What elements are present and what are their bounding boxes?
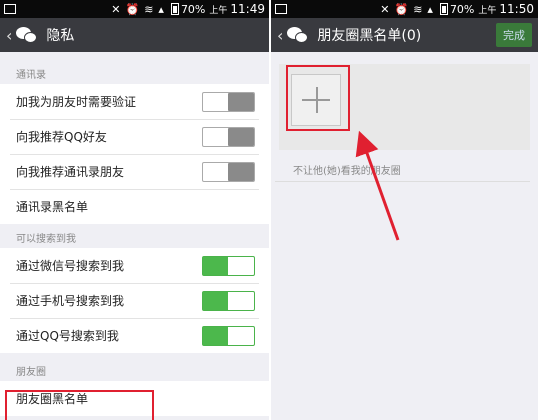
setting-row-search-wechat-id[interactable]: 通过微信号搜索到我 [0, 248, 269, 283]
setting-label: 加我为朋友时需要验证 [16, 95, 137, 109]
verify-toggle[interactable] [202, 91, 255, 112]
page-title: 隐私 [46, 28, 75, 44]
section-header-contacts: 通讯录 [16, 70, 46, 81]
wechat-logo-icon [16, 26, 38, 44]
section-header-moments: 朋友圈 [16, 367, 46, 378]
search-qq-toggle[interactable] [202, 325, 255, 346]
back-icon[interactable]: ‹ [6, 26, 12, 45]
setting-label: 通过QQ号搜索到我 [16, 329, 119, 343]
recommend-contacts-toggle[interactable] [202, 161, 255, 182]
battery-icon [170, 3, 179, 15]
title-bar: ‹ 隐私 [0, 18, 269, 52]
setting-label: 通过手机号搜索到我 [16, 294, 125, 308]
mute-icon: ✕ [111, 2, 121, 16]
moments-blacklist-screen: ✕ ⏰ ≋ ▴ 70% 上午 11:50 ‹ 朋友圈黑名单(0) 完成 不让他(… [271, 0, 538, 420]
clock: 11:49 [230, 2, 265, 16]
setting-row-recommend-qq[interactable]: 向我推荐QQ好友 [0, 119, 269, 154]
setting-row-search-phone[interactable]: 通过手机号搜索到我 [0, 283, 269, 318]
wifi-icon: ≋ [144, 2, 154, 16]
contacts-group: 加我为朋友时需要验证 向我推荐QQ好友 向我推荐通讯录朋友 通讯录黑名单 [0, 84, 269, 224]
alarm-icon: ⏰ [125, 2, 140, 16]
setting-row-verify[interactable]: 加我为朋友时需要验证 [0, 84, 269, 119]
setting-label: 向我推荐通讯录朋友 [16, 165, 125, 179]
signal-icon: ▴ [158, 2, 164, 16]
setting-row-search-qq[interactable]: 通过QQ号搜索到我 [0, 318, 269, 353]
am-pm: 上午 [209, 5, 228, 16]
highlight-box-moments-blacklist [5, 390, 154, 420]
setting-row-contacts-blacklist[interactable]: 通讯录黑名单 [0, 189, 269, 224]
battery-percent: 70% [180, 2, 206, 16]
search-wechat-id-toggle[interactable] [202, 255, 255, 276]
recommend-qq-toggle[interactable] [202, 126, 255, 147]
privacy-screen: ✕ ⏰ ≋ ▴ 70% 上午 11:49 ‹ 隐私 通讯录 加我为朋友时需要验证… [0, 0, 269, 420]
search-phone-toggle[interactable] [202, 290, 255, 311]
setting-row-recommend-contacts[interactable]: 向我推荐通讯录朋友 [0, 154, 269, 189]
section-header-search: 可以搜索到我 [16, 234, 76, 245]
setting-label: 通讯录黑名单 [16, 200, 89, 214]
search-group: 通过微信号搜索到我 通过手机号搜索到我 通过QQ号搜索到我 [0, 248, 269, 353]
image-notification-icon [4, 4, 16, 14]
annotation-arrow [355, 130, 400, 241]
status-bar: ✕ ⏰ ≋ ▴ 70% 上午 11:49 [0, 0, 269, 18]
setting-label: 向我推荐QQ好友 [16, 130, 107, 144]
setting-label: 通过微信号搜索到我 [16, 259, 125, 273]
